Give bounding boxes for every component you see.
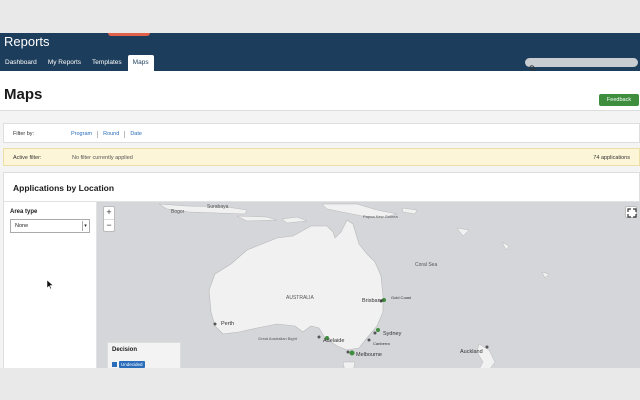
city-label-melbourne: Melbourne [356, 352, 382, 358]
filter-round-link[interactable]: Round [97, 131, 124, 138]
mouse-cursor-icon [46, 277, 54, 295]
zoom-control: + − [103, 206, 115, 232]
search-input[interactable] [525, 58, 638, 72]
filter-program-link[interactable]: Program [71, 131, 97, 138]
legend-item-undecided: Undecided [119, 361, 145, 368]
panel-title: Applications by Location [13, 183, 115, 193]
filter-links: Program Round Date [71, 131, 147, 138]
region-label-australia: AUSTRALIA [286, 295, 314, 301]
filter-label: Filter by: [13, 131, 35, 137]
area-type-select[interactable]: None ▾ [10, 219, 90, 233]
area-type-label: Area type [10, 209, 38, 215]
place-label-bogor: Bogor [171, 209, 185, 215]
active-filter-bar: Active filter: No filter currently appli… [3, 148, 640, 166]
active-filter-label: Active filter: [13, 155, 42, 161]
applications-panel: Applications by Location Area type None … [3, 172, 640, 368]
filter-bar: Filter by: Program Round Date [3, 123, 640, 143]
page-header: Maps Feedback [0, 71, 640, 111]
city-label-gold-coast: Gold Coast [391, 295, 412, 300]
application-count: 74 applications [593, 155, 630, 161]
city-label-perth: Perth [221, 321, 235, 327]
city-label-brisbane: Brisbane [362, 298, 384, 304]
city-label-adelaide: Adelaide [323, 338, 345, 344]
tab-templates[interactable]: Templates [87, 55, 127, 71]
filter-date-link[interactable]: Date [124, 131, 147, 138]
app-window: Reports Dashboard My Reports Templates M… [0, 33, 640, 368]
fullscreen-icon [627, 208, 637, 218]
zoom-in-button[interactable]: + [104, 207, 114, 219]
place-label-png: Papua New Guinea [363, 214, 398, 219]
decision-legend: Decision Undecided [107, 342, 181, 368]
city-label-canberra: Canberra [373, 341, 390, 346]
legend-checkbox-undecided[interactable] [112, 362, 117, 367]
active-filter-value: No filter currently applied [72, 155, 133, 161]
tab-maps[interactable]: Maps [127, 55, 154, 71]
app-header: Reports Dashboard My Reports Templates M… [0, 33, 640, 72]
place-label-surabaya: Surabaya [207, 204, 229, 210]
area-type-value: None [15, 223, 29, 229]
fullscreen-button[interactable] [625, 206, 637, 218]
zoom-out-button[interactable]: − [104, 219, 114, 231]
region-label-bight: Great Australian Bight [258, 336, 297, 341]
page-title: Maps [4, 86, 43, 103]
notification-badge[interactable] [108, 33, 150, 36]
app-title: Reports [4, 34, 50, 49]
main-nav: Dashboard My Reports Templates Maps [0, 55, 155, 71]
place-label-coral-sea: Coral Sea [415, 262, 438, 268]
city-label-auckland: Auckland [460, 349, 483, 355]
chevron-down-icon: ▾ [82, 221, 88, 231]
city-label-sydney: Sydney [383, 331, 402, 337]
tab-my-reports[interactable]: My Reports [43, 55, 86, 71]
map-view[interactable]: + − AUSTRALIA Great Australian Bight Bog… [97, 202, 640, 368]
feedback-button[interactable]: Feedback [599, 94, 639, 106]
legend-title: Decision [112, 347, 138, 353]
tab-dashboard[interactable]: Dashboard [0, 55, 42, 71]
